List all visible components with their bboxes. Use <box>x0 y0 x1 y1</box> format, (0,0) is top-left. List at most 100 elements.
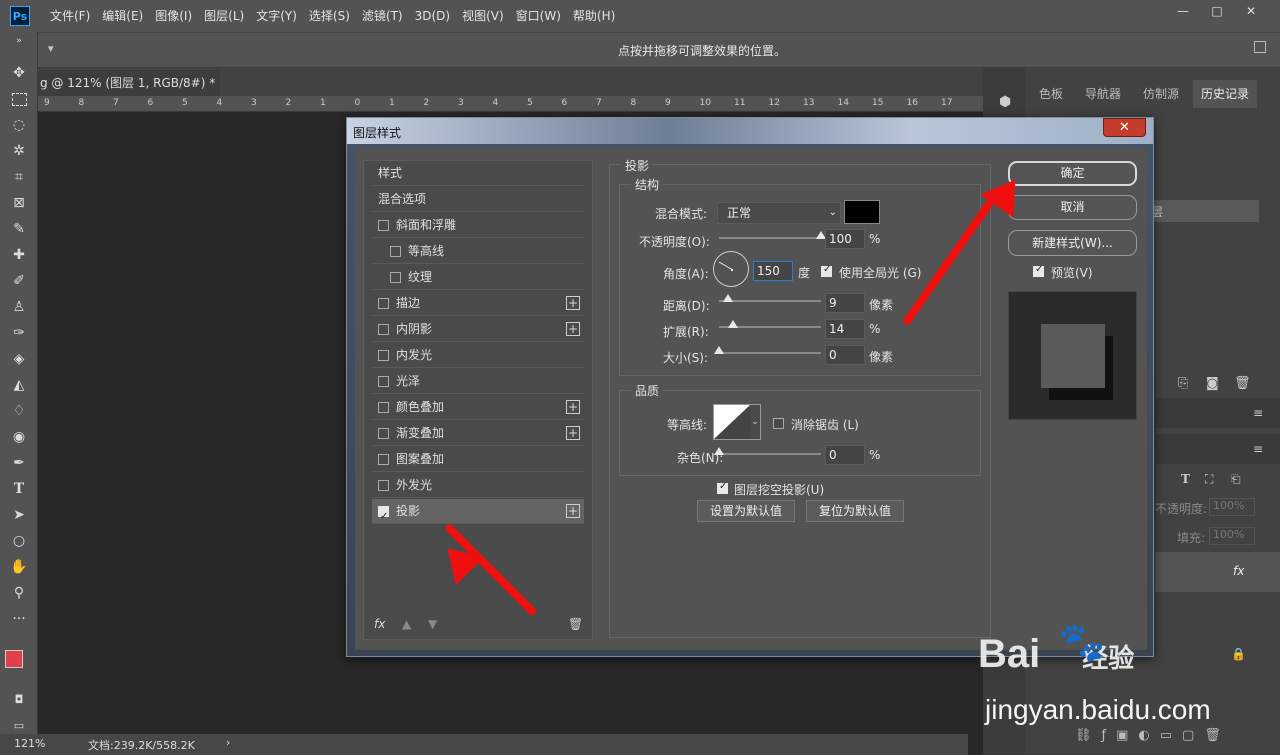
menu-item-4[interactable]: 文字(Y) <box>250 0 303 32</box>
screen-mode-icon[interactable]: ▭ <box>8 714 30 736</box>
style-checkbox[interactable] <box>378 298 389 309</box>
move-up-icon[interactable]: ▲ <box>402 617 411 631</box>
panel-tab-1[interactable]: 导航器 <box>1077 80 1129 108</box>
history-brush-icon[interactable]: ✑ <box>8 322 30 344</box>
panel-menu-icon[interactable]: ≡ <box>1253 406 1263 420</box>
style-item-8[interactable]: 光泽 <box>372 369 584 394</box>
preview-checkbox[interactable] <box>1033 264 1044 277</box>
dialog-close-button[interactable]: ✕ <box>1103 118 1146 137</box>
new-snapshot-icon[interactable]: ⎘ <box>1178 376 1188 391</box>
shadow-color-swatch[interactable] <box>844 200 880 224</box>
menu-item-6[interactable]: 滤镜(T) <box>356 0 409 32</box>
document-tab[interactable]: g @ 121% (图层 1, RGB/8#) * ✕ <box>38 70 220 96</box>
style-checkbox[interactable] <box>378 480 389 491</box>
style-item-4[interactable]: 纹理 <box>372 265 584 290</box>
style-item-6[interactable]: 内阴影 + <box>372 317 584 342</box>
distance-slider-thumb[interactable] <box>723 294 734 302</box>
style-item-12[interactable]: 外发光 <box>372 473 584 498</box>
blend-mode-select[interactable]: 正常 ⌄ <box>717 202 841 224</box>
menu-item-2[interactable]: 图像(I) <box>149 0 198 32</box>
menu-item-8[interactable]: 视图(V) <box>456 0 510 32</box>
layers-footer-icons[interactable]: ⛓ƒ▣◐▭▢🗑 <box>1075 728 1231 743</box>
healing-brush-icon[interactable]: ✚ <box>8 244 30 266</box>
set-default-button[interactable]: 设置为默认值 <box>697 500 795 522</box>
eyedropper-icon[interactable]: ✎ <box>8 218 30 240</box>
angle-dial[interactable] <box>713 251 749 287</box>
status-menu-arrow[interactable]: › <box>226 736 230 749</box>
style-checkbox[interactable] <box>378 350 389 361</box>
marquee-tool-icon[interactable] <box>8 88 30 110</box>
layers-menu-icon[interactable]: ≡ <box>1253 442 1263 456</box>
type-filter-icon[interactable]: T <box>1181 472 1190 486</box>
add-effect-icon[interactable]: + <box>566 322 580 336</box>
noise-input[interactable]: 0 <box>825 445 865 465</box>
pen-tool-icon[interactable]: ✒ <box>8 452 30 474</box>
style-item-11[interactable]: 图案叠加 <box>372 447 584 472</box>
noise-slider[interactable] <box>714 447 821 455</box>
style-checkbox[interactable] <box>378 220 389 231</box>
eraser-icon[interactable]: ◈ <box>8 348 30 370</box>
delete-history-icon[interactable]: 🗑 <box>1234 376 1251 391</box>
panel-tab-0[interactable]: 色板 <box>1031 80 1071 108</box>
add-effect-icon[interactable]: + <box>566 504 580 518</box>
menu-item-7[interactable]: 3D(D) <box>409 0 456 32</box>
opacity-input[interactable]: 100 <box>825 229 865 249</box>
menu-item-10[interactable]: 帮助(H) <box>567 0 621 32</box>
lasso-tool-icon[interactable]: ◌ <box>8 114 30 136</box>
size-slider-thumb[interactable] <box>714 346 724 354</box>
style-item-2[interactable]: 斜面和浮雕 <box>372 213 584 238</box>
zoom-level[interactable]: 121% <box>14 737 45 750</box>
add-effect-icon[interactable]: + <box>566 426 580 440</box>
layer-opacity-field[interactable]: 100% <box>1209 498 1255 516</box>
menu-item-0[interactable]: 文件(F) <box>44 0 96 32</box>
menu-item-3[interactable]: 图层(L) <box>198 0 250 32</box>
hand-tool-icon[interactable]: ✋ <box>8 556 30 578</box>
style-checkbox[interactable] <box>378 324 389 335</box>
tool-preset-icon[interactable]: ▾ <box>48 42 54 55</box>
style-checkbox[interactable] <box>390 246 401 257</box>
ok-button[interactable]: 确定 <box>1008 161 1137 186</box>
style-item-13[interactable]: 投影 + <box>372 499 584 529</box>
maximize-button[interactable]: □ <box>1200 0 1234 22</box>
style-checkbox[interactable] <box>378 428 389 439</box>
menu-item-9[interactable]: 窗口(W) <box>510 0 567 32</box>
contour-picker[interactable]: ⌄ <box>713 404 761 440</box>
move-down-icon[interactable]: ▼ <box>428 617 437 631</box>
minimize-button[interactable]: — <box>1166 0 1200 22</box>
more-tools-icon[interactable]: ··· <box>8 608 30 630</box>
add-effect-icon[interactable]: + <box>566 296 580 310</box>
style-checkbox[interactable] <box>378 454 389 465</box>
fx-menu-icon[interactable]: fx <box>374 617 385 631</box>
quick-mask-icon[interactable]: ◘ <box>8 688 30 710</box>
layer-fill-field[interactable]: 100% <box>1209 527 1255 545</box>
style-item-7[interactable]: 内发光 <box>372 343 584 368</box>
panel-tab-3[interactable]: 历史记录 <box>1193 80 1258 108</box>
contour-dropdown-icon[interactable]: ⌄ <box>750 405 760 439</box>
cancel-button[interactable]: 取消 <box>1008 195 1137 220</box>
angle-input[interactable]: 150 <box>753 261 793 281</box>
spread-input[interactable]: 14 <box>825 319 865 339</box>
move-tool-icon[interactable]: ✥ <box>8 62 30 84</box>
clone-stamp-icon[interactable]: ♙ <box>8 296 30 318</box>
add-effect-icon[interactable]: + <box>566 400 580 414</box>
panel-tab-2[interactable]: 仿制源 <box>1135 80 1187 108</box>
menu-item-1[interactable]: 编辑(E) <box>96 0 149 32</box>
size-slider[interactable] <box>714 346 821 354</box>
camera-icon[interactable]: ◙ <box>1206 376 1219 391</box>
new-style-button[interactable]: 新建样式(W)... <box>1008 230 1137 256</box>
style-item-0[interactable]: 样式 <box>372 161 584 186</box>
noise-slider-thumb[interactable] <box>714 447 724 455</box>
size-input[interactable]: 0 <box>825 345 865 365</box>
dodge-tool-icon[interactable]: ◉ <box>8 426 30 448</box>
collapse-icon[interactable]: » <box>8 36 30 46</box>
style-item-3[interactable]: 等高线 <box>372 239 584 264</box>
spread-slider-thumb[interactable] <box>728 320 739 328</box>
close-window-button[interactable]: ✕ <box>1234 0 1268 22</box>
paint-bucket-icon[interactable]: ◭ <box>8 374 30 396</box>
opacity-slider[interactable] <box>719 231 826 239</box>
style-item-9[interactable]: 颜色叠加 + <box>372 395 584 420</box>
menu-item-5[interactable]: 选择(S) <box>303 0 356 32</box>
workspace-icon[interactable] <box>1254 41 1266 53</box>
crop-tool-icon[interactable]: ⌗ <box>8 166 30 188</box>
delete-effect-icon[interactable]: 🗑 <box>568 617 583 631</box>
